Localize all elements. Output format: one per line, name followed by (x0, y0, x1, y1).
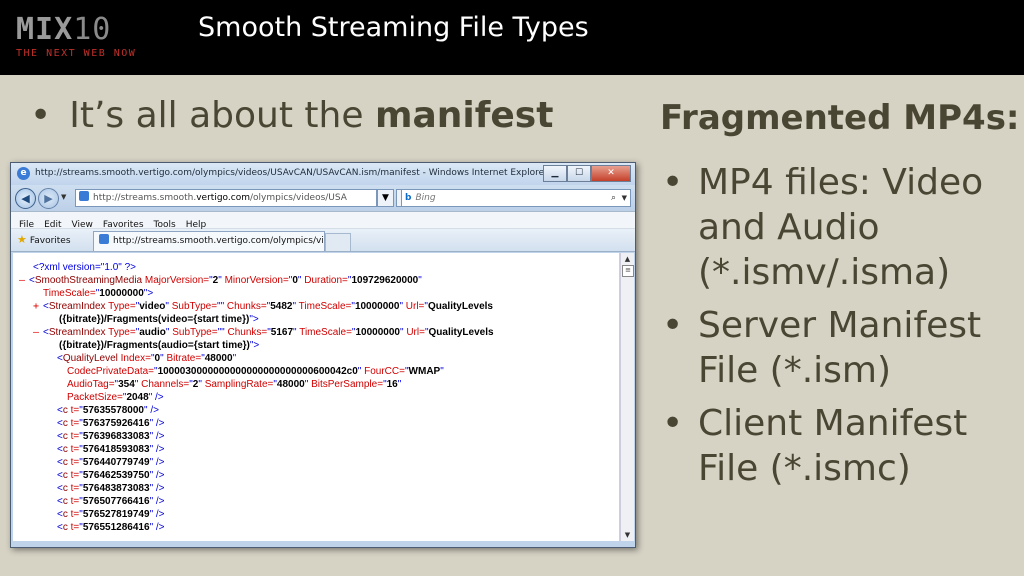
slide-header: MIX10 THE NEXT WEB NOW Smooth Streaming … (0, 0, 1024, 75)
collapse-toggle[interactable]: – (33, 326, 43, 339)
browser-tab[interactable]: http://streams.smooth.vertigo.com/olympi… (93, 231, 325, 251)
ie-logo-icon: e (17, 167, 30, 180)
bullet-icon: • (662, 403, 684, 444)
xml-line: <?xml version="1.0" ?> (33, 262, 136, 273)
search-dropdown-icon[interactable]: ▼ (622, 190, 627, 206)
address-bar[interactable]: http://streams.smooth.vertigo.com/olympi… (75, 189, 377, 207)
xml-line: <c t="576507766416" /> (57, 496, 165, 507)
favorites-bar: ★ Favorites http://streams.smooth.vertigo… (11, 229, 635, 252)
xml-line: <c t="576462539750" /> (57, 470, 165, 481)
xml-line: + <StreamIndex Type="video" SubType="" Ch… (33, 300, 493, 313)
bing-icon: b (405, 193, 412, 203)
scroll-up-icon[interactable]: ▲ (621, 253, 634, 265)
collapse-toggle[interactable]: – (19, 274, 29, 287)
mix10-logo: MIX10 THE NEXT WEB NOW (16, 12, 137, 60)
xml-content: <?xml version="1.0" ?> – <SmoothStreaming… (13, 253, 619, 541)
window-title: http://streams.smooth.vertigo.com/olympi… (35, 168, 548, 178)
xml-line: <QualityLevel Index="0" Bitrate="48000" (57, 353, 237, 364)
left-bullet-bold: manifest (374, 95, 554, 136)
list-item: • Server Manifest File (*.ism) (662, 305, 982, 391)
history-dropdown-icon[interactable]: ▼ (61, 193, 66, 201)
search-icon[interactable]: ⌕ (611, 190, 616, 206)
xml-line: <c t="576375926416" /> (57, 418, 165, 429)
xml-line: <c t="576483873083" /> (57, 483, 165, 494)
xml-line: TimeScale="10000000"> (43, 288, 154, 299)
xml-line: AudioTag="354" Channels="2" SamplingRate… (67, 379, 402, 390)
scroll-down-icon[interactable]: ▼ (621, 529, 634, 541)
bullet-icon: • (662, 162, 684, 203)
xml-line: <c t="576418593083" /> (57, 444, 165, 455)
search-input[interactable]: b Bing ⌕ ▼ (401, 189, 631, 207)
xml-line: – <StreamIndex Type="audio" SubType="" Ch… (33, 326, 494, 339)
navigation-bar: ◀ ▶ ▼ http://streams.smooth.vertigo.com/… (11, 185, 635, 211)
logo-tagline: THE NEXT WEB NOW (16, 48, 137, 59)
xml-line: ({bitrate})/Fragments(audio={start time}… (59, 340, 260, 351)
xml-line: <c t="576440779749" /> (57, 457, 165, 468)
scroll-thumb[interactable]: ≡ (622, 265, 634, 277)
list-item: • MP4 files: Video and Audio (*.ismv/.ism… (662, 162, 984, 293)
xml-line: <c t="576551286416" /> (57, 522, 165, 533)
list-item: • Client Manifest File (*.ismc) (662, 403, 968, 489)
minimize-button[interactable]: ▁ (543, 165, 567, 182)
xml-line: <c t="576527819749" /> (57, 509, 165, 520)
close-button[interactable]: ✕ (591, 165, 631, 182)
left-bullet-text: It’s all about the (69, 95, 375, 136)
favorites-button[interactable]: ★ Favorites (17, 232, 71, 249)
logo-letters: MIX (16, 12, 74, 47)
left-bullet: • It’s all about the manifest (30, 95, 553, 136)
bullet-icon: • (30, 95, 52, 136)
expand-toggle[interactable]: + (33, 300, 43, 313)
xml-line: – <SmoothStreamingMedia MajorVersion="2" … (19, 274, 422, 287)
slide-title: Smooth Streaming File Types (198, 12, 589, 43)
right-bullet-list: • MP4 files: Video and Audio (*.ismv/.ism… (660, 160, 1020, 499)
xml-line: PacketSize="2048" /> (67, 392, 164, 403)
page-icon (79, 191, 89, 201)
vertical-scrollbar[interactable]: ▲ ≡ ▼ (620, 253, 634, 541)
xml-line: <c t="576396833083" /> (57, 431, 165, 442)
forward-button[interactable]: ▶ (38, 188, 59, 209)
menu-bar: File Edit View Favorites Tools Help (11, 211, 635, 230)
address-dropdown-icon[interactable]: ▼ (377, 189, 394, 207)
star-icon: ★ (17, 233, 27, 246)
page-icon (99, 234, 109, 244)
back-button[interactable]: ◀ (15, 188, 36, 209)
bullet-icon: • (662, 305, 684, 346)
xml-line: ({bitrate})/Fragments(video={start time}… (59, 314, 259, 325)
browser-window: e http://streams.smooth.vertigo.com/olym… (10, 162, 636, 548)
xml-line: <c t="57635578000" /> (57, 405, 159, 416)
maximize-button[interactable]: ☐ (567, 165, 591, 182)
logo-number: 10 (73, 12, 112, 47)
window-titlebar[interactable]: e http://streams.smooth.vertigo.com/olym… (11, 163, 635, 185)
xml-line: CodecPrivateData="1000030000000000000000… (67, 366, 444, 377)
new-tab-button[interactable] (325, 233, 351, 251)
right-heading: Fragmented MP4s: (660, 98, 1020, 138)
